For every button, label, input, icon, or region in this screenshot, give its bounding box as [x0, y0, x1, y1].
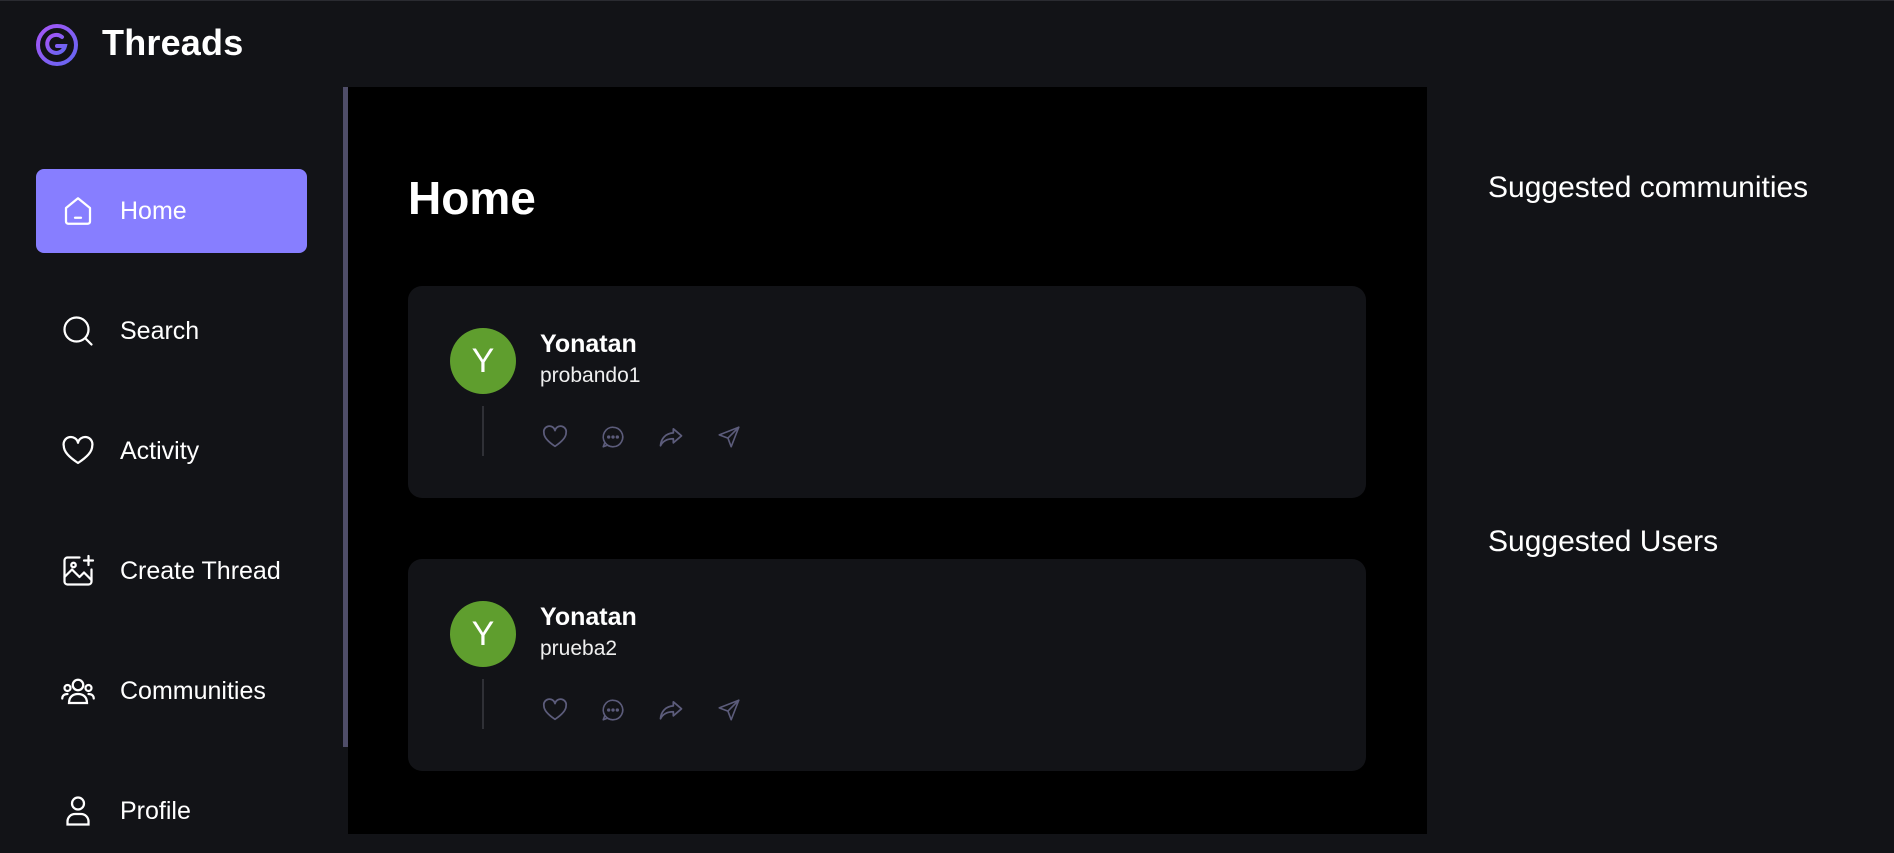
avatar[interactable]: Y	[450, 328, 516, 394]
heart-icon	[59, 432, 97, 470]
home-icon	[59, 192, 97, 230]
sidebar-item-activity[interactable]: Activity	[36, 409, 307, 493]
sidebar-item-label: Search	[120, 316, 200, 345]
avatar[interactable]: Y	[450, 601, 516, 667]
thread-content: prueba2	[540, 637, 618, 660]
sidebar-item-home[interactable]: Home	[36, 169, 307, 253]
app-title[interactable]: Threads	[102, 22, 243, 64]
image-plus-icon	[59, 552, 97, 590]
thread-actions	[540, 422, 744, 452]
left-sidebar: Home Search Activity Create Thread Commu…	[0, 87, 344, 834]
send-icon[interactable]	[714, 422, 744, 452]
sidebar-item-communities[interactable]: Communities	[36, 649, 307, 733]
sidebar-item-label: Home	[120, 196, 187, 225]
thread-author[interactable]: Yonatan	[540, 603, 637, 632]
suggested-communities-heading: Suggested communities	[1488, 171, 1809, 204]
logo-icon[interactable]	[34, 22, 80, 68]
suggested-users-heading: Suggested Users	[1488, 525, 1719, 558]
heart-icon[interactable]	[540, 422, 570, 452]
comment-icon[interactable]	[598, 695, 628, 725]
users-icon	[59, 672, 97, 710]
sidebar-item-create-thread[interactable]: Create Thread	[36, 529, 307, 613]
sidebar-item-label: Activity	[120, 436, 200, 465]
send-icon[interactable]	[714, 695, 744, 725]
thread-card[interactable]: Y Yonatan probando1	[408, 286, 1366, 498]
repost-icon[interactable]	[656, 422, 686, 452]
main-feed: Home Y Yonatan probando1 Y Yonatan prueb…	[348, 87, 1427, 834]
sidebar-item-profile[interactable]: Profile	[36, 769, 307, 853]
thread-actions	[540, 695, 744, 725]
heart-icon[interactable]	[540, 695, 570, 725]
sidebar-item-label: Communities	[120, 676, 266, 705]
thread-line	[482, 679, 484, 729]
thread-content: probando1	[540, 364, 641, 387]
comment-icon[interactable]	[598, 422, 628, 452]
page-title: Home	[408, 172, 536, 224]
right-sidebar: Suggested communities Suggested Users	[1427, 87, 1894, 834]
sidebar-item-label: Profile	[120, 796, 191, 825]
sidebar-item-label: Create Thread	[120, 556, 281, 585]
thread-author[interactable]: Yonatan	[540, 330, 637, 359]
thread-line	[482, 406, 484, 456]
sidebar-item-search[interactable]: Search	[36, 289, 307, 373]
user-icon	[59, 792, 97, 830]
repost-icon[interactable]	[656, 695, 686, 725]
top-bar: Threads	[0, 0, 1894, 87]
search-icon	[59, 312, 97, 350]
thread-card[interactable]: Y Yonatan prueba2	[408, 559, 1366, 771]
